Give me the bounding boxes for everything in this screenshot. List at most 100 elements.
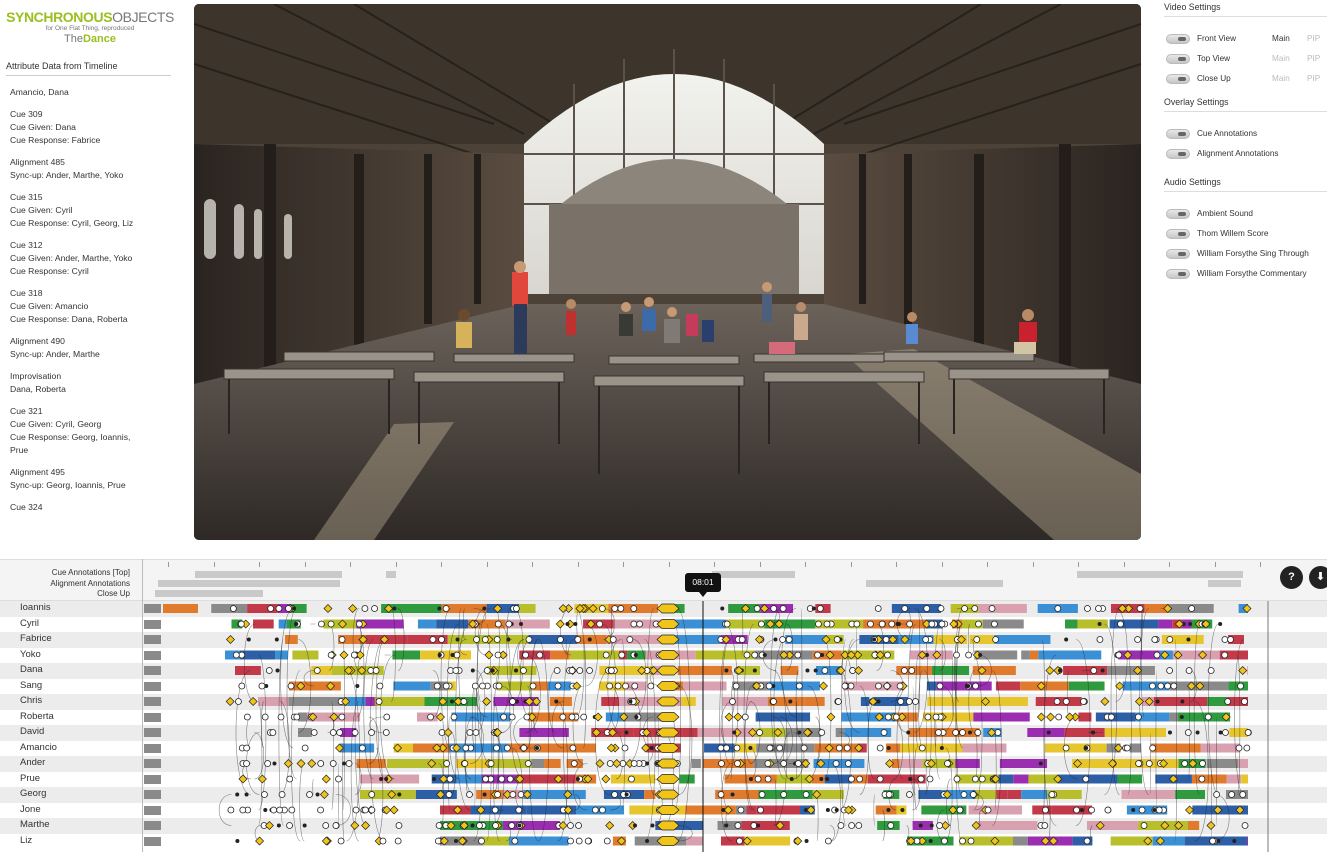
timeline-segment (531, 759, 545, 768)
cue-node (603, 837, 611, 845)
main-view-option[interactable]: Main (1272, 74, 1290, 83)
toggle-switch[interactable] (1166, 129, 1190, 139)
cue-node (837, 822, 845, 829)
alignment-node (321, 836, 331, 846)
cue-node (1082, 775, 1090, 783)
cue-connection-line (873, 794, 876, 826)
playhead-marker-node (656, 712, 680, 722)
cue-node (923, 605, 931, 612)
cue-node (609, 636, 617, 643)
cue-node (823, 620, 831, 628)
response-node (834, 808, 839, 812)
pip-view-option[interactable]: PIP (1307, 74, 1320, 83)
alignment-annotation-bar[interactable] (1208, 580, 1241, 587)
close-up-bar[interactable] (155, 590, 263, 597)
site-logo[interactable]: SYNCHRONOUSOBJECTS for One Flat Thing, r… (5, 9, 175, 46)
logo-section: TheDance (64, 33, 116, 45)
playhead-marker-node (656, 789, 680, 800)
setting-row: Cue Annotations (1166, 128, 1326, 140)
toggle-switch[interactable] (1166, 34, 1190, 44)
cue-node (928, 620, 936, 628)
cue-node (764, 760, 772, 767)
help-button[interactable]: ? (1280, 566, 1303, 589)
cue-node (779, 636, 787, 643)
attribute-line: Cue Given: Cyril, Georg (10, 419, 102, 429)
alignment-node (1115, 681, 1125, 691)
timeline-segment (1086, 821, 1139, 830)
cue-node (1185, 667, 1193, 674)
timeline-segment (601, 697, 619, 706)
cue-node (329, 760, 337, 767)
cue-connection-line (258, 701, 263, 826)
attribute-entry: Cue 309 Cue Given: Dana Cue Response: Fabr… (10, 108, 180, 147)
toggle-switch[interactable] (1166, 209, 1190, 219)
cue-annotation-bar[interactable] (195, 571, 342, 578)
toggle-switch[interactable] (1166, 269, 1190, 279)
main-view-option[interactable]: Main (1272, 34, 1290, 43)
response-node (1218, 730, 1223, 735)
alignment-annotation-bar[interactable] (866, 580, 1003, 587)
cue-node (1062, 744, 1070, 752)
timeline-segment (959, 836, 1013, 846)
cue-node (1237, 682, 1244, 690)
cue-node (317, 760, 325, 767)
alignment-node (1065, 712, 1075, 722)
cue-node (1235, 744, 1243, 752)
response-node (886, 746, 891, 750)
alignment-node (605, 821, 615, 830)
time-tick (942, 562, 943, 567)
cue-connection-line (975, 732, 978, 780)
playhead-marker-node (656, 820, 680, 831)
cue-node (617, 605, 625, 612)
dancer-timeline-graph[interactable] (0, 601, 1327, 852)
cue-connection-line (792, 732, 805, 780)
cue-node (568, 667, 576, 674)
cue-node (243, 760, 250, 767)
pip-view-option[interactable]: PIP (1307, 34, 1320, 43)
response-node (965, 684, 970, 688)
cue-annotation-bar[interactable] (386, 571, 396, 578)
cue-node (960, 791, 968, 798)
response-node (900, 808, 905, 812)
timeline-segment (1013, 774, 1029, 784)
alignment-node (1046, 712, 1056, 722)
pip-view-option[interactable]: PIP (1307, 54, 1320, 63)
cue-annotation-bar[interactable] (712, 571, 795, 578)
timeline-segment (926, 681, 937, 691)
cue-node (1204, 713, 1212, 721)
setting-row: Alignment Annotations (1166, 148, 1326, 160)
toggle-switch[interactable] (1166, 74, 1190, 84)
current-time-marker[interactable]: 08:01 (685, 573, 721, 597)
response-node (978, 653, 983, 657)
toggle-switch[interactable] (1166, 149, 1190, 159)
toggle-switch[interactable] (1166, 249, 1190, 259)
cue-node (287, 682, 295, 690)
cue-annotation-bar[interactable] (1077, 571, 1243, 578)
response-node (1091, 730, 1096, 735)
attribute-line: Cue Given: Amancio (10, 301, 89, 311)
attribute-line: Cue 318 (10, 288, 43, 298)
cue-node (261, 791, 268, 798)
alignment-annotation-bar[interactable] (158, 580, 340, 587)
video-player[interactable] (194, 4, 1141, 540)
attribute-entry: Alignment 495 Sync-up: Georg, Ioannis, Pr… (10, 466, 180, 492)
attribute-line: Cue 309 (10, 109, 43, 119)
cue-node (959, 729, 966, 736)
cue-node (944, 760, 951, 767)
response-node (437, 653, 442, 657)
cue-node (466, 729, 474, 736)
cue-connection-line (291, 670, 301, 842)
response-node (342, 761, 347, 766)
cue-node (622, 682, 629, 690)
alignment-node (389, 805, 399, 815)
response-node (825, 777, 830, 781)
cue-node (427, 713, 434, 721)
cue-node (1055, 713, 1063, 721)
cue-node (580, 713, 588, 721)
attribute-list[interactable]: Amancio, Dana Cue 309 Cue Given: Dana Cue R… (10, 86, 180, 512)
main-view-option[interactable]: Main (1272, 54, 1290, 63)
toggle-switch[interactable] (1166, 229, 1190, 239)
setting-row: Front View Main PIP (1166, 33, 1326, 45)
toggle-switch[interactable] (1166, 54, 1190, 64)
download-button[interactable]: ⬇ (1309, 566, 1327, 589)
